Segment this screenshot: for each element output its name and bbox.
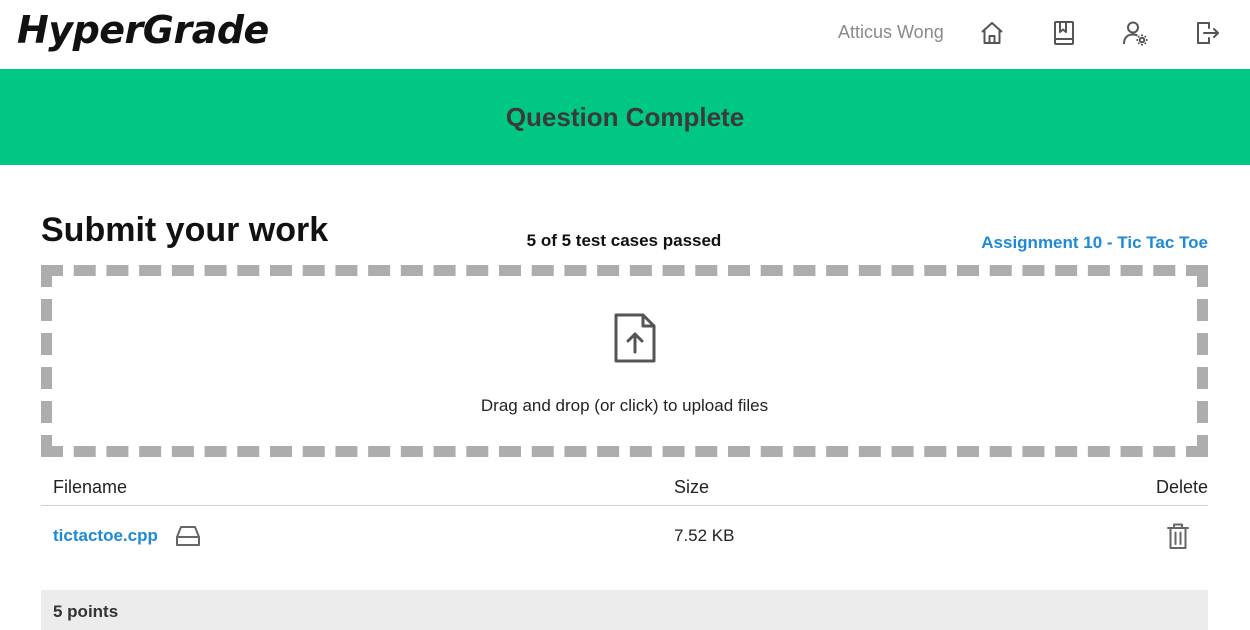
top-navbar: HyperGrade Atticus Wong	[0, 0, 1250, 69]
logout-icon[interactable]	[1192, 18, 1222, 48]
trash-icon[interactable]	[1166, 522, 1190, 550]
book-icon[interactable]	[1049, 18, 1079, 48]
file-upload-dropzone[interactable]: Drag and drop (or click) to upload files	[41, 265, 1208, 457]
assignment-link[interactable]: Assignment 10 - Tic Tac Toe	[981, 233, 1208, 253]
column-header-filename: Filename	[53, 477, 128, 497]
banner-title: Question Complete	[505, 101, 745, 132]
table-row: tictactoe.cpp 7.52 KB	[41, 506, 1208, 566]
user-settings-icon[interactable]	[1120, 18, 1150, 48]
points-panel: 5 points	[41, 590, 1208, 630]
brand-logo[interactable]: HyperGrade	[17, 8, 269, 52]
points-value: 5 points	[53, 602, 119, 621]
file-upload-icon	[614, 313, 656, 363]
page-title: Submit your work	[41, 211, 329, 249]
file-name-link[interactable]: tictactoe.cpp	[53, 526, 158, 546]
files-table-header: Filename Size Delete	[41, 476, 1208, 506]
home-icon[interactable]	[977, 18, 1007, 48]
column-header-size: Size	[674, 477, 710, 497]
user-name: Atticus Wong	[838, 22, 944, 42]
test-results-status: 5 of 5 test cases passed	[526, 231, 722, 250]
hard-drive-icon[interactable]	[175, 524, 201, 548]
file-size: 7.52 KB	[674, 526, 735, 545]
status-banner: Question Complete	[0, 69, 1250, 165]
dropzone-instructions: Drag and drop (or click) to upload files	[480, 396, 769, 415]
column-header-delete: Delete	[1155, 477, 1208, 497]
